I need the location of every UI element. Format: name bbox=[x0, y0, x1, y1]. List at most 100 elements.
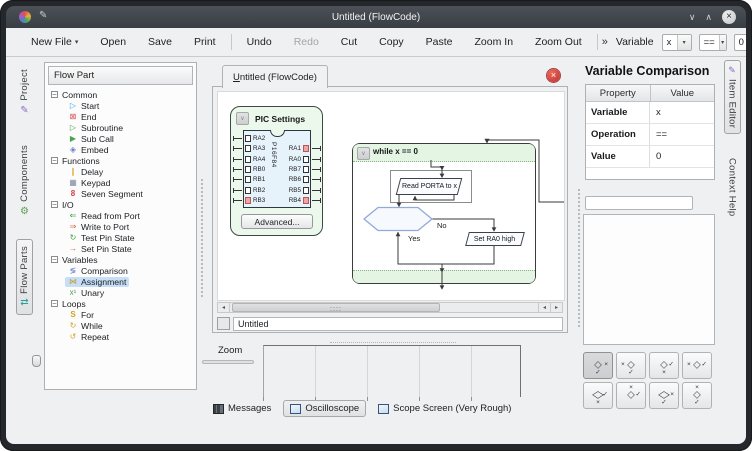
panel-tab-context-help[interactable]: Context Help bbox=[724, 152, 741, 223]
pin-rb4[interactable]: RB4 bbox=[276, 196, 310, 205]
maximize-icon[interactable]: ∧ bbox=[705, 13, 712, 22]
tree-item-wrap[interactable]: ↺Repeat bbox=[65, 332, 112, 342]
operation-combo[interactable]: ==▾ bbox=[699, 34, 727, 51]
pin-rb2[interactable]: RB2 bbox=[244, 186, 278, 195]
pin-state-box[interactable] bbox=[303, 166, 309, 173]
pin-ra4[interactable]: RA4 bbox=[244, 155, 278, 164]
pin-state-box[interactable] bbox=[245, 187, 251, 194]
scrollbar-thumb[interactable] bbox=[232, 303, 440, 312]
pin-rb7[interactable]: RB7 bbox=[276, 165, 310, 174]
value-cell[interactable]: x bbox=[650, 102, 714, 123]
tree-item-wrap[interactable]: ↻Test Pin State bbox=[65, 233, 138, 243]
advanced-button[interactable]: Advanced... bbox=[241, 214, 313, 229]
tree-item-wrap[interactable]: ∥Delay bbox=[65, 167, 106, 177]
paste-button[interactable]: Paste bbox=[415, 36, 464, 48]
tree-item-wrap[interactable]: ▦Keypad bbox=[65, 178, 113, 188]
pin-state-box[interactable] bbox=[245, 197, 251, 204]
value-cell[interactable]: 0 bbox=[650, 146, 714, 167]
save-button[interactable]: Save bbox=[137, 36, 183, 48]
print-button[interactable]: Print bbox=[183, 36, 227, 48]
collapse-expander-icon[interactable]: – bbox=[51, 256, 58, 263]
tree-item-end[interactable]: ⊠End bbox=[45, 111, 196, 122]
tree-item-write-to-port[interactable]: ⇒Write to Port bbox=[45, 221, 196, 232]
decision-layout-button-8[interactable]: ◇×✓ bbox=[682, 382, 712, 409]
copy-button[interactable]: Copy bbox=[368, 36, 415, 48]
document-name-field[interactable]: Untitled bbox=[233, 317, 563, 331]
scroll-right-icon[interactable]: ▸ bbox=[550, 303, 562, 312]
pin-state-box[interactable] bbox=[245, 166, 251, 173]
close-icon[interactable]: × bbox=[722, 10, 736, 24]
tree-item-wrap[interactable]: 8Seven Segment bbox=[65, 189, 146, 199]
collapse-expander-icon[interactable]: – bbox=[51, 201, 58, 208]
flowchart-canvas[interactable]: ∨ PIC Settings P16F84 RA2RA3RA4RB0RB1RB2… bbox=[217, 91, 565, 301]
decision-layout-button-6[interactable]: ◇×✓ bbox=[616, 382, 646, 409]
undo-button[interactable]: Undo bbox=[236, 36, 283, 48]
document-toggle[interactable] bbox=[217, 317, 230, 330]
sidebar-tab-flow-parts[interactable]: Flow Parts⇄ bbox=[16, 239, 33, 316]
decision-label[interactable]: x == 0 ? bbox=[364, 208, 432, 229]
horizontal-scrollbar[interactable]: ◂ ◂ ▸ bbox=[217, 302, 563, 313]
tree-item-wrap[interactable]: →Set Pin State bbox=[65, 244, 135, 254]
tree-item-keypad[interactable]: ▦Keypad bbox=[45, 177, 196, 188]
collapse-icon[interactable]: ∨ bbox=[357, 147, 370, 160]
tree-item-wrap[interactable]: ⋈Assignment bbox=[65, 277, 129, 287]
tree-item-delay[interactable]: ∥Delay bbox=[45, 166, 196, 177]
tree-item-wrap[interactable]: ≶Comparison bbox=[65, 266, 131, 276]
tab-scope-screen-very-rough[interactable]: Scope Screen (Very Rough) bbox=[373, 400, 516, 417]
value-column-header[interactable]: Value bbox=[651, 85, 715, 101]
sidebar-tab-components[interactable]: Components⚙ bbox=[16, 138, 33, 224]
collapse-expander-icon[interactable]: – bbox=[51, 300, 58, 307]
pin-ra2[interactable]: RA2 bbox=[244, 134, 278, 143]
value-combo[interactable]: 0▾ bbox=[734, 34, 746, 51]
pin-state-box[interactable] bbox=[303, 187, 309, 194]
tree-item-seven-segment[interactable]: 8Seven Segment bbox=[45, 188, 196, 199]
oscilloscope-display[interactable] bbox=[263, 345, 521, 397]
collapse-expander-icon[interactable]: – bbox=[51, 157, 58, 164]
variable-combo[interactable]: x▾ bbox=[662, 34, 692, 51]
pin-ra1[interactable]: RA1 bbox=[276, 144, 310, 153]
value-cell[interactable]: == bbox=[650, 124, 714, 145]
property-column-header[interactable]: Property bbox=[586, 85, 651, 101]
pin-state-box[interactable] bbox=[303, 176, 309, 183]
decision-layout-button-7[interactable]: ◇×✓ bbox=[649, 382, 679, 409]
table-row-variable[interactable]: Variablex bbox=[586, 102, 714, 124]
decision-layout-button-1[interactable]: ◇×✓ bbox=[583, 352, 613, 379]
tree-item-test-pin-state[interactable]: ↻Test Pin State bbox=[45, 232, 196, 243]
chevron-down-icon[interactable]: ▾ bbox=[719, 35, 726, 50]
pin-state-box[interactable] bbox=[245, 176, 251, 183]
pin-state-box[interactable] bbox=[303, 156, 309, 163]
tree-item-wrap[interactable]: SFor bbox=[65, 310, 97, 320]
pin-rb0[interactable]: RB0 bbox=[244, 165, 278, 174]
splitter-left[interactable] bbox=[200, 178, 204, 298]
pin-ra3[interactable]: RA3 bbox=[244, 144, 278, 153]
tree-item-comparison[interactable]: ≶Comparison bbox=[45, 265, 196, 276]
tree-item-while[interactable]: ↻While bbox=[45, 320, 196, 331]
pin-state-box[interactable] bbox=[245, 135, 251, 142]
sidebar-tab-project[interactable]: Project✎ bbox=[16, 62, 33, 123]
titlebar[interactable]: ✎ Untitled (FlowCode) ∨ ∧ × bbox=[6, 6, 746, 28]
splitter-right[interactable] bbox=[577, 188, 581, 328]
tree-item-for[interactable]: SFor bbox=[45, 309, 196, 320]
editor-input-field[interactable] bbox=[585, 196, 693, 210]
tab-messages[interactable]: Messages bbox=[208, 400, 276, 417]
minimize-icon[interactable]: ∨ bbox=[689, 13, 696, 22]
tree-item-wrap[interactable]: ↻While bbox=[65, 321, 106, 331]
tree-group-common[interactable]: –Common bbox=[45, 89, 196, 100]
toolbar-overflow-icon[interactable]: » bbox=[602, 36, 608, 48]
zoom-in-button[interactable]: Zoom In bbox=[464, 36, 525, 48]
tree-item-wrap[interactable]: ⊠End bbox=[65, 112, 99, 122]
tree-item-subroutine[interactable]: ▷Subroutine bbox=[45, 122, 196, 133]
pin-rb1[interactable]: RB1 bbox=[244, 175, 278, 184]
table-row-operation[interactable]: Operation== bbox=[586, 124, 714, 146]
pin-state-box[interactable] bbox=[303, 145, 309, 152]
scrollbar-track[interactable] bbox=[230, 303, 538, 312]
zoom-slider-thumb[interactable] bbox=[32, 355, 41, 367]
redo-button[interactable]: Redo bbox=[283, 36, 330, 48]
tree-item-wrap[interactable]: ▶Sub Call bbox=[65, 134, 117, 144]
tree-item-sub-call[interactable]: ▶Sub Call bbox=[45, 133, 196, 144]
tree-item-start[interactable]: ▷Start bbox=[45, 100, 196, 111]
scroll-left-icon[interactable]: ◂ bbox=[218, 303, 230, 312]
decision-layout-button-3[interactable]: ◇×✓ bbox=[649, 352, 679, 379]
tree-item-wrap[interactable]: x¹Unary bbox=[65, 288, 107, 298]
tree-item-wrap[interactable]: ▷Start bbox=[65, 101, 102, 111]
